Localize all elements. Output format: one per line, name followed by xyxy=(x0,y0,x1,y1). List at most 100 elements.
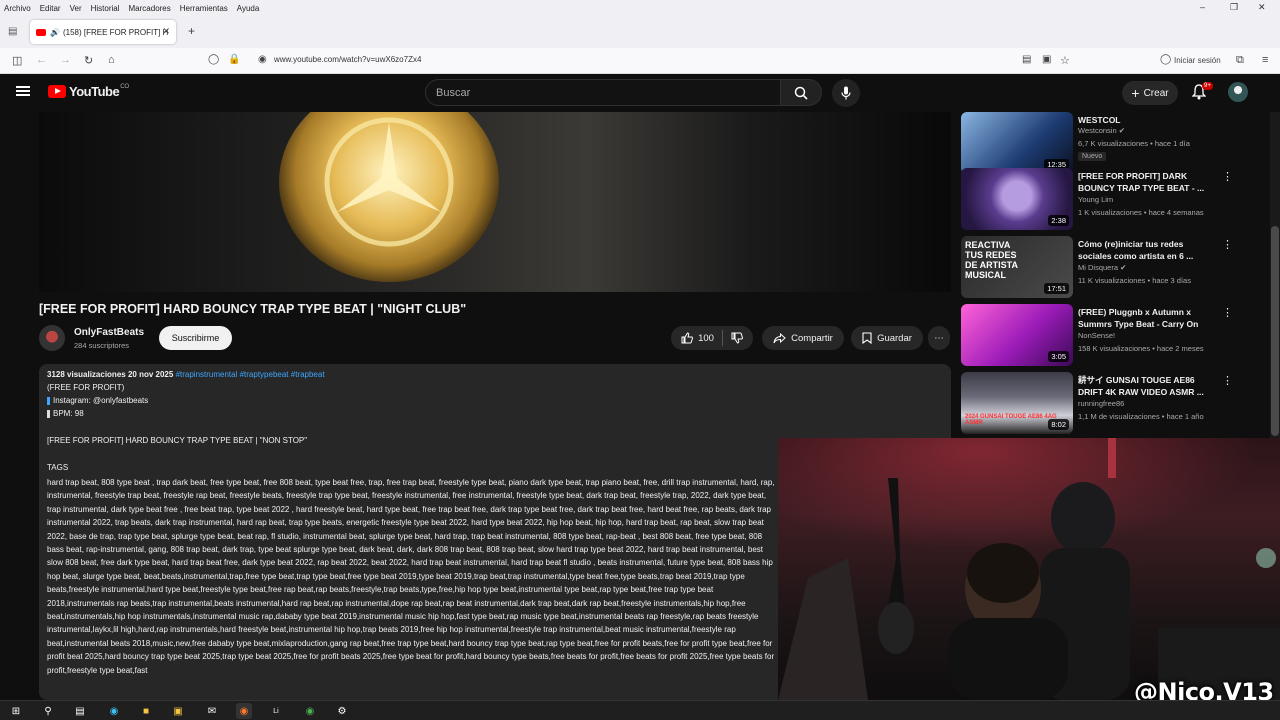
speaker-icon[interactable]: 🔊 xyxy=(50,28,60,37)
more-actions-button[interactable]: ⋯ xyxy=(928,326,950,350)
rec-views: 158 K visualizaciones • hace 2 meses xyxy=(1078,344,1204,353)
create-label: Crear xyxy=(1143,87,1169,99)
rec-channel[interactable]: NonSense! xyxy=(1078,331,1115,340)
lock-icon[interactable]: 🔒 xyxy=(228,54,240,65)
shield-icon[interactable]: ◯ xyxy=(208,54,219,65)
task-view-icon[interactable]: ▤ xyxy=(72,703,88,719)
menu-icon[interactable]: ≡ xyxy=(1262,54,1268,66)
recommendation-item[interactable]: 2024 GUNSAI TOUGE AE86 4AG ASMR 8:02 耕サイ… xyxy=(960,372,1270,436)
recommendation-item[interactable]: 3:05 (FREE) Pluggnb x Autumn x Summrs Ty… xyxy=(960,304,1270,368)
youtube-favicon-icon xyxy=(36,28,46,36)
tab-title: (158) [FREE FOR PROFIT] H xyxy=(62,27,169,37)
firefox-icon[interactable]: ◉ xyxy=(236,703,252,719)
more-horizontal-icon: ⋯ xyxy=(934,332,944,344)
store-icon[interactable]: ▣ xyxy=(170,703,186,719)
rec-channel[interactable]: Westconsin ✔ xyxy=(1078,126,1125,135)
voice-search-button[interactable] xyxy=(832,79,860,107)
menu-bookmarks[interactable]: Marcadores xyxy=(129,4,171,13)
like-button[interactable]: 100 xyxy=(681,332,714,344)
hamburger-menu-icon[interactable] xyxy=(16,86,30,96)
edge-browser-icon[interactable]: ◉ xyxy=(106,703,122,719)
create-button[interactable]: + Crear xyxy=(1122,81,1178,105)
video-thumbnail[interactable]: REACTIVA TUS REDES DE ARTISTA MUSICAL 17… xyxy=(961,236,1073,298)
scrollbar-thumb[interactable] xyxy=(1271,226,1279,436)
menu-edit[interactable]: Editar xyxy=(40,4,61,13)
rec-title[interactable]: WESTCOL xyxy=(1078,114,1218,126)
channel-avatar[interactable] xyxy=(39,325,65,351)
file-explorer-icon[interactable]: ■ xyxy=(138,703,154,719)
extensions-icon[interactable]: ⧉ xyxy=(1236,54,1244,67)
reader-view-icon[interactable]: ▤ xyxy=(1022,54,1031,65)
youtube-logo[interactable]: YouTube CO xyxy=(48,84,129,99)
video-thumbnail[interactable]: 2:38 xyxy=(961,168,1073,230)
live-app-icon[interactable]: Li xyxy=(268,703,284,719)
more-vertical-icon[interactable]: ⋮ xyxy=(1222,170,1233,183)
rec-title[interactable]: 耕サイ GUNSAI TOUGE AE86 DRIFT 4K RAW VIDEO… xyxy=(1078,374,1218,398)
search-button[interactable] xyxy=(780,79,822,106)
recommendation-item[interactable]: 2:38 [FREE FOR PROFIT] DARK BOUNCY TRAP … xyxy=(960,168,1270,232)
rec-title[interactable]: Cómo (re)iniciar tus redes sociales como… xyxy=(1078,238,1218,262)
search-box[interactable] xyxy=(425,79,781,106)
notifications-badge: 9+ xyxy=(1202,82,1213,90)
more-vertical-icon[interactable]: ⋮ xyxy=(1222,306,1233,319)
permissions-icon[interactable]: ◉ xyxy=(258,54,267,65)
more-vertical-icon[interactable]: ⋮ xyxy=(1222,374,1233,387)
new-tab-icon[interactable]: + xyxy=(188,24,195,38)
minimize-icon[interactable]: – xyxy=(1200,2,1205,12)
video-thumbnail[interactable]: 2024 GUNSAI TOUGE AE86 4AG ASMR 8:02 xyxy=(961,372,1073,434)
rec-channel[interactable]: runningfree86 xyxy=(1078,399,1124,408)
subscribe-button[interactable]: Suscribirme xyxy=(159,326,232,350)
video-thumbnail[interactable]: 3:05 xyxy=(961,304,1073,366)
hashtags[interactable]: #trapinstrumental #traptypebeat #trapbea… xyxy=(176,370,325,379)
menu-tools[interactable]: Herramientas xyxy=(180,4,228,13)
channel-name[interactable]: OnlyFastBeats xyxy=(74,327,144,338)
home-icon[interactable]: ⌂ xyxy=(108,54,115,66)
menu-view[interactable]: Ver xyxy=(70,4,82,13)
instagram-handle: Instagram: @onlyfastbeats xyxy=(53,396,149,405)
video-player[interactable] xyxy=(39,112,951,292)
chrome-icon[interactable]: ◉ xyxy=(302,703,318,719)
rec-channel[interactable]: Young Lim xyxy=(1078,195,1113,204)
windows-start-icon[interactable]: ⊞ xyxy=(8,703,24,719)
url-text[interactable]: www.youtube.com/watch?v=uwX6zo7Zx4 xyxy=(274,55,421,64)
taskbar-search-icon[interactable]: ⚲ xyxy=(40,703,56,719)
like-count: 100 xyxy=(698,332,714,344)
pocket-icon[interactable]: ▣ xyxy=(1042,54,1051,65)
region-code: CO xyxy=(120,83,130,90)
share-button[interactable]: Compartir xyxy=(762,326,844,350)
video-thumbnail[interactable]: 12:35 xyxy=(961,112,1073,174)
close-tab-icon[interactable]: ✕ xyxy=(162,26,170,37)
menu-file[interactable]: Archivo xyxy=(4,4,31,13)
browser-menubar: Archivo Editar Ver Historial Marcadores … xyxy=(0,0,1280,16)
more-vertical-icon[interactable]: ⋮ xyxy=(1222,238,1233,251)
search-input[interactable] xyxy=(436,87,756,99)
mail-icon[interactable]: ✉ xyxy=(204,703,220,719)
restore-icon[interactable]: ❐ xyxy=(1230,2,1238,13)
bookmark-star-icon[interactable]: ☆ xyxy=(1060,54,1070,67)
close-window-icon[interactable]: ✕ xyxy=(1258,2,1266,13)
recommendation-item[interactable]: REACTIVA TUS REDES DE ARTISTA MUSICAL 17… xyxy=(960,236,1270,300)
rec-channel[interactable]: Mi Disquera ✔ xyxy=(1078,263,1126,272)
forward-icon[interactable]: → xyxy=(60,54,71,66)
rec-title[interactable]: (FREE) Pluggnb x Autumn x Summrs Type Be… xyxy=(1078,306,1218,330)
back-icon[interactable]: ← xyxy=(36,54,47,66)
menu-history[interactable]: Historial xyxy=(91,4,120,13)
thumbs-down-icon[interactable] xyxy=(731,332,743,344)
account-icon[interactable]: ◯ xyxy=(1160,54,1171,65)
webcam-scene-image xyxy=(778,438,1280,700)
save-button[interactable]: Guardar xyxy=(851,326,923,350)
description-line-1: (FREE FOR PROFIT) xyxy=(47,383,125,392)
user-avatar[interactable] xyxy=(1228,82,1248,102)
menu-help[interactable]: Ayuda xyxy=(237,4,260,13)
app-icon[interactable]: ⚙ xyxy=(334,703,350,719)
mercedes-emblem-image xyxy=(279,112,499,282)
rec-title[interactable]: [FREE FOR PROFIT] DARK BOUNCY TRAP TYPE … xyxy=(1078,170,1218,194)
description-line-2: Instagram: @onlyfastbeats xyxy=(47,396,148,405)
sidebar-icon[interactable]: ◫ xyxy=(12,54,22,67)
recommendation-item[interactable]: 12:35 WESTCOL Westconsin ✔ 6,7 K visuali… xyxy=(960,112,1270,176)
reload-icon[interactable]: ↻ xyxy=(84,54,93,67)
thumbnail-text: REACTIVA TUS REDES DE ARTISTA MUSICAL xyxy=(965,240,1018,280)
signin-label[interactable]: Iniciar sesión xyxy=(1174,56,1221,65)
tab-list-icon[interactable]: ▤ xyxy=(8,26,17,37)
tab-youtube[interactable]: 🔊 (158) [FREE FOR PROFIT] H ✕ xyxy=(30,20,176,44)
